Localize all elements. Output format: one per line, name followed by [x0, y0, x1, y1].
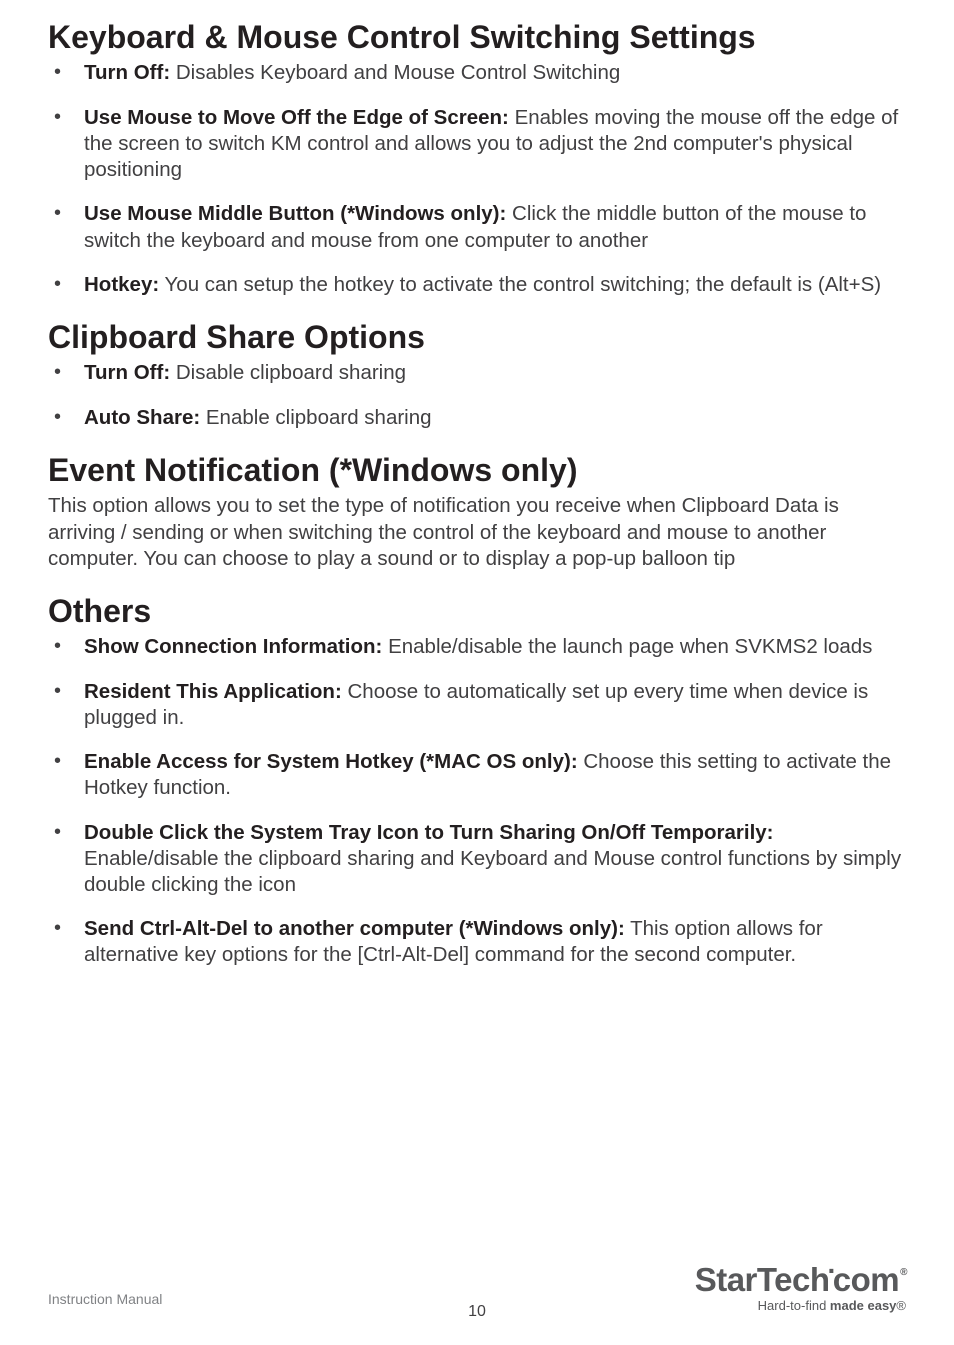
- item-text: Enable clipboard sharing: [200, 406, 431, 429]
- item-text: Enable/disable the clipboard sharing and…: [84, 847, 901, 896]
- item-text: Disables Keyboard and Mouse Control Swit…: [170, 61, 620, 84]
- brand-dot-icon: .: [827, 1250, 834, 1278]
- item-bold: Send Ctrl-Alt-Del to another computer (*…: [84, 917, 625, 940]
- list-item: Resident This Application: Choose to aut…: [48, 679, 906, 731]
- brand-part2: com: [833, 1263, 899, 1296]
- item-text: Disable clipboard sharing: [170, 361, 406, 384]
- list-item: Enable Access for System Hotkey (*MAC OS…: [48, 749, 906, 801]
- brand-name: StarTech.com®: [695, 1263, 906, 1296]
- item-bold: Hotkey:: [84, 273, 159, 296]
- list-item: Hotkey: You can setup the hotkey to acti…: [48, 272, 906, 298]
- brand-tagline: Hard-to-find made easy®: [695, 1298, 906, 1313]
- item-bold: Use Mouse Middle Button (*Windows only):: [84, 202, 506, 225]
- list-item: Double Click the System Tray Icon to Tur…: [48, 820, 906, 899]
- item-bold: Auto Share:: [84, 406, 200, 429]
- item-bold: Double Click the System Tray Icon to Tur…: [84, 821, 774, 844]
- item-bold: Show Connection Information:: [84, 635, 382, 658]
- item-bold: Resident This Application:: [84, 680, 342, 703]
- brand-part1: StarTech: [695, 1263, 830, 1296]
- document-page: Keyboard & Mouse Control Switching Setti…: [0, 0, 954, 969]
- heading-km: Keyboard & Mouse Control Switching Setti…: [48, 18, 906, 56]
- tagline-post: ®: [896, 1298, 906, 1313]
- page-footer: Instruction Manual 10 StarTech.com® Hard…: [0, 1261, 954, 1321]
- item-bold: Turn Off:: [84, 61, 170, 84]
- list-item: Turn Off: Disable clipboard sharing: [48, 360, 906, 386]
- list-item: Show Connection Information: Enable/disa…: [48, 634, 906, 660]
- tagline-bold: made easy: [830, 1298, 897, 1313]
- heading-clipboard: Clipboard Share Options: [48, 318, 906, 356]
- list-item: Send Ctrl-Alt-Del to another computer (*…: [48, 916, 906, 968]
- list-item: Use Mouse to Move Off the Edge of Screen…: [48, 105, 906, 184]
- item-text: Enable/disable the launch page when SVKM…: [382, 635, 872, 658]
- item-bold: Enable Access for System Hotkey (*MAC OS…: [84, 750, 578, 773]
- heading-event: Event Notification (*Windows only): [48, 451, 906, 489]
- tagline-pre: Hard-to-find: [758, 1298, 830, 1313]
- list-item: Use Mouse Middle Button (*Windows only):…: [48, 201, 906, 253]
- list-item: Turn Off: Disables Keyboard and Mouse Co…: [48, 60, 906, 86]
- paragraph-event: This option allows you to set the type o…: [48, 493, 906, 572]
- item-text: You can setup the hotkey to activate the…: [159, 273, 881, 296]
- list-others: Show Connection Information: Enable/disa…: [48, 634, 906, 968]
- list-km: Turn Off: Disables Keyboard and Mouse Co…: [48, 60, 906, 298]
- item-bold: Use Mouse to Move Off the Edge of Screen…: [84, 106, 509, 129]
- item-bold: Turn Off:: [84, 361, 170, 384]
- heading-others: Others: [48, 592, 906, 630]
- list-clipboard: Turn Off: Disable clipboard sharing Auto…: [48, 360, 906, 430]
- brand-logo: StarTech.com® Hard-to-find made easy®: [695, 1263, 906, 1313]
- registered-mark: ®: [900, 1268, 907, 1278]
- list-item: Auto Share: Enable clipboard sharing: [48, 405, 906, 431]
